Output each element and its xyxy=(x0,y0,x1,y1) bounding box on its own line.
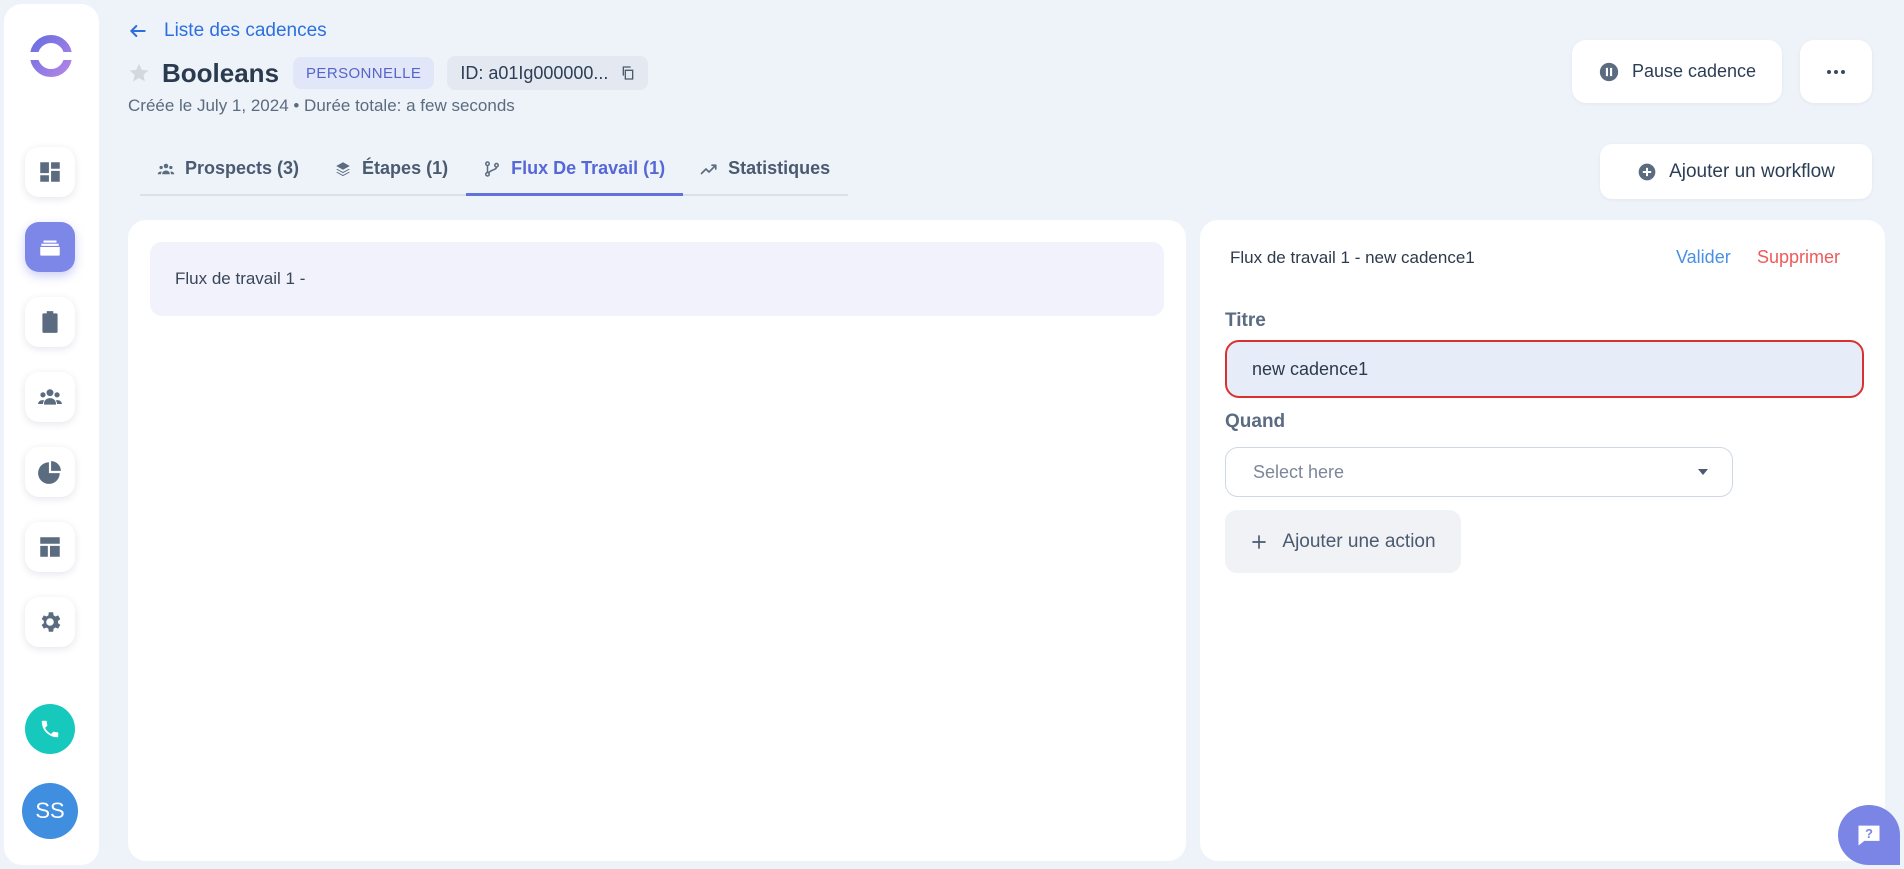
plus-circle-icon xyxy=(1638,163,1656,180)
layers-icon xyxy=(336,162,350,177)
more-options-button[interactable] xyxy=(1800,40,1872,103)
pie-chart-icon xyxy=(38,461,61,484)
editor-title: Flux de travail 1 - new cadence1 xyxy=(1230,248,1475,267)
arrow-left-icon xyxy=(129,25,146,37)
app-logo[interactable] xyxy=(26,31,76,81)
reports-nav-button[interactable] xyxy=(25,447,75,497)
pause-cadence-button[interactable]: Pause cadence xyxy=(1572,40,1782,103)
clipboard-icon xyxy=(42,311,58,333)
cadence-tabs: Prospects (3) Étapes (1) Flux De Travail… xyxy=(140,152,849,196)
templates-nav-button[interactable] xyxy=(25,522,75,572)
when-field-label: Quand xyxy=(1225,411,1286,432)
tab-statistics-label: Statistiques xyxy=(728,158,831,178)
cadence-id-chip[interactable]: ID: a01Ig000000... xyxy=(447,56,649,90)
title-row: Booleans PERSONNELLE ID: a01Ig000000... xyxy=(128,56,649,90)
delete-button[interactable]: Supprimer xyxy=(1757,247,1840,268)
validate-button[interactable]: Valider xyxy=(1676,247,1731,268)
workflow-editor-panel: Flux de travail 1 - new cadence1 Valider… xyxy=(1200,220,1885,861)
branch-icon xyxy=(485,161,500,177)
pause-cadence-label: Pause cadence xyxy=(1631,61,1757,81)
when-select-placeholder: Select here xyxy=(1253,461,1345,482)
add-workflow-label: Ajouter un workflow xyxy=(1669,160,1835,182)
phone-button[interactable] xyxy=(25,704,75,754)
user-avatar[interactable]: SS xyxy=(22,783,78,839)
back-link-label: Liste des cadences xyxy=(164,20,327,41)
users-icon xyxy=(157,163,175,175)
cadences-nav-button[interactable] xyxy=(25,222,75,272)
avatar-initials: SS xyxy=(35,798,65,823)
cadence-id-label: ID: a01Ig000000... xyxy=(460,62,609,83)
page-title: Booleans xyxy=(162,57,280,88)
title-field-label: Titre xyxy=(1225,310,1266,331)
cadence-subtitle: Créée le July 1, 2024 • Durée totale: a … xyxy=(128,96,515,115)
tab-steps-label: Étapes (1) xyxy=(362,158,449,178)
settings-nav-button[interactable] xyxy=(25,597,75,647)
chevron-down-icon xyxy=(1698,469,1708,475)
stack-icon xyxy=(40,240,60,256)
svg-text:?: ? xyxy=(1865,826,1873,841)
tasks-nav-button[interactable] xyxy=(25,297,75,347)
more-horizontal-icon xyxy=(1827,69,1845,74)
dashboard-icon xyxy=(40,162,60,182)
group-icon xyxy=(38,389,62,405)
sidebar: SS xyxy=(4,4,99,865)
visibility-badge: PERSONNELLE xyxy=(293,57,435,89)
tab-statistics[interactable]: Statistiques xyxy=(683,152,848,196)
tab-steps[interactable]: Étapes (1) xyxy=(317,152,466,196)
star-icon[interactable] xyxy=(128,62,150,84)
add-action-label: Ajouter une action xyxy=(1282,530,1436,552)
dashboard-nav-button[interactable] xyxy=(25,147,75,197)
phone-icon xyxy=(41,720,59,738)
trend-icon xyxy=(700,164,717,175)
tab-workflows[interactable]: Flux De Travail (1) xyxy=(466,152,684,196)
workflow-list-item[interactable]: Flux de travail 1 - xyxy=(150,242,1164,316)
help-icon: ? xyxy=(1858,825,1880,846)
add-action-button[interactable]: Ajouter une action xyxy=(1225,510,1461,573)
copy-icon[interactable] xyxy=(620,65,636,81)
pause-icon xyxy=(1599,62,1619,81)
gear-icon xyxy=(41,612,61,632)
when-select[interactable]: Select here xyxy=(1225,447,1733,497)
tab-prospects[interactable]: Prospects (3) xyxy=(140,152,317,196)
contacts-nav-button[interactable] xyxy=(25,372,75,422)
back-to-cadences-link[interactable]: Liste des cadences xyxy=(128,20,327,42)
help-chat-button[interactable]: ? xyxy=(1838,805,1900,865)
workflow-list-panel: Flux de travail 1 - xyxy=(128,220,1186,861)
title-input[interactable] xyxy=(1225,340,1864,398)
workflow-item-label: Flux de travail 1 - xyxy=(175,269,306,288)
plus-icon xyxy=(1252,534,1267,549)
tab-workflows-label: Flux De Travail (1) xyxy=(511,158,666,178)
add-workflow-button[interactable]: Ajouter un workflow xyxy=(1600,144,1872,199)
tab-prospects-label: Prospects (3) xyxy=(185,158,300,178)
layout-icon xyxy=(40,537,60,557)
